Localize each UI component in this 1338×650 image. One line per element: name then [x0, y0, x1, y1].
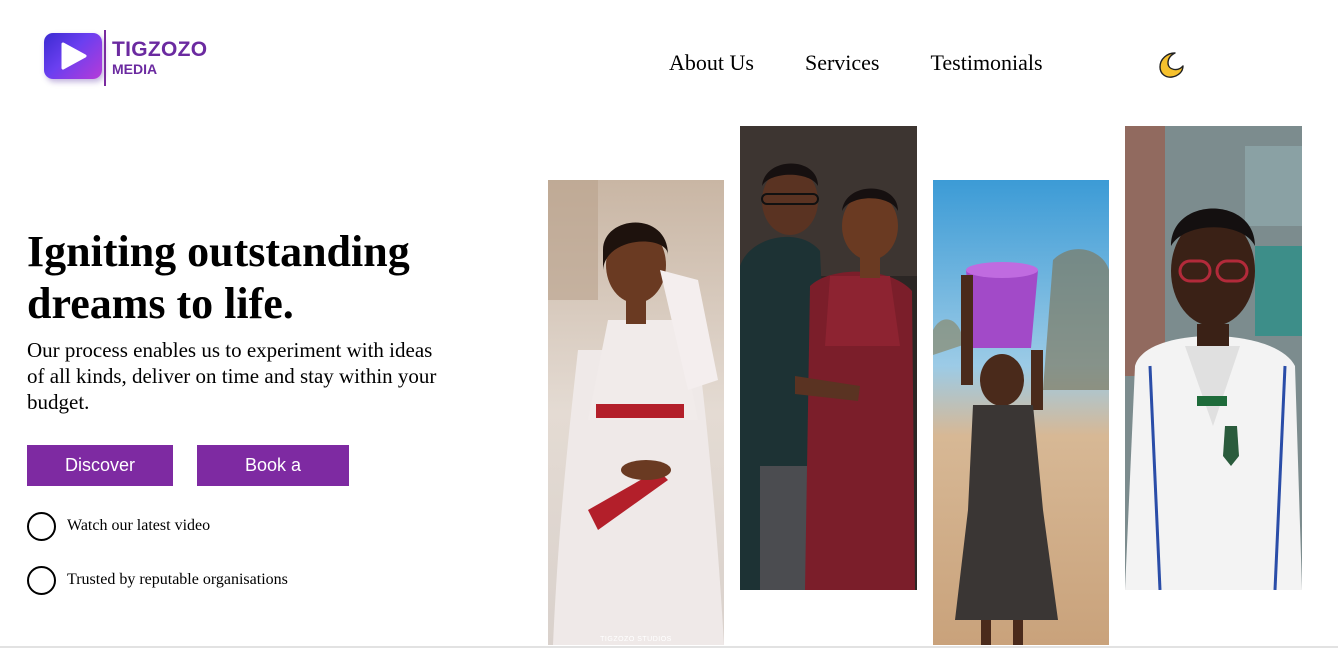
bottom-divider	[0, 646, 1338, 648]
circle-icon	[27, 511, 56, 541]
hero-title: Igniting outstanding dreams to life.	[27, 227, 410, 328]
feature-label: Watch our latest video	[67, 517, 211, 534]
gallery-photo-couple	[740, 126, 917, 590]
brand-logo[interactable]: TIGZOZO MEDIA	[44, 30, 214, 88]
site-header: TIGZOZO MEDIA About Us Services Testimon…	[0, 0, 1338, 120]
watch-video-link[interactable]: Watch our latest video	[27, 511, 210, 541]
discover-more-button[interactable]: Discover more	[27, 445, 173, 516]
nav-link-testimonials[interactable]: Testimonials	[930, 50, 1042, 76]
book-session-button[interactable]: Book a session	[197, 445, 349, 516]
theme-toggle-button[interactable]	[1156, 50, 1186, 80]
nav-link-about-us[interactable]: About Us	[669, 50, 754, 76]
main-nav: About Us Services Testimonials	[669, 50, 1043, 76]
hero-description: Our process enables us to experiment wit…	[27, 338, 437, 414]
trusted-orgs-item[interactable]: Trusted by reputable organisations	[27, 565, 288, 595]
photo-watermark: TIGZOZO STUDIOS	[600, 636, 672, 643]
gallery-photo-student	[1125, 126, 1302, 590]
feature-label: Trusted by reputable organisations	[67, 571, 288, 588]
circle-icon	[27, 565, 56, 595]
logo-divider	[104, 30, 106, 86]
moon-icon	[1159, 52, 1184, 78]
gallery-photo-child-bucket	[933, 180, 1109, 645]
logo-title: TIGZOZO	[112, 38, 208, 61]
play-icon	[44, 33, 102, 79]
nav-link-services[interactable]: Services	[805, 50, 880, 76]
logo-subtitle: MEDIA	[112, 61, 158, 77]
gallery-photo-woman-white-dress: TIGZOZO STUDIOS	[548, 180, 724, 645]
